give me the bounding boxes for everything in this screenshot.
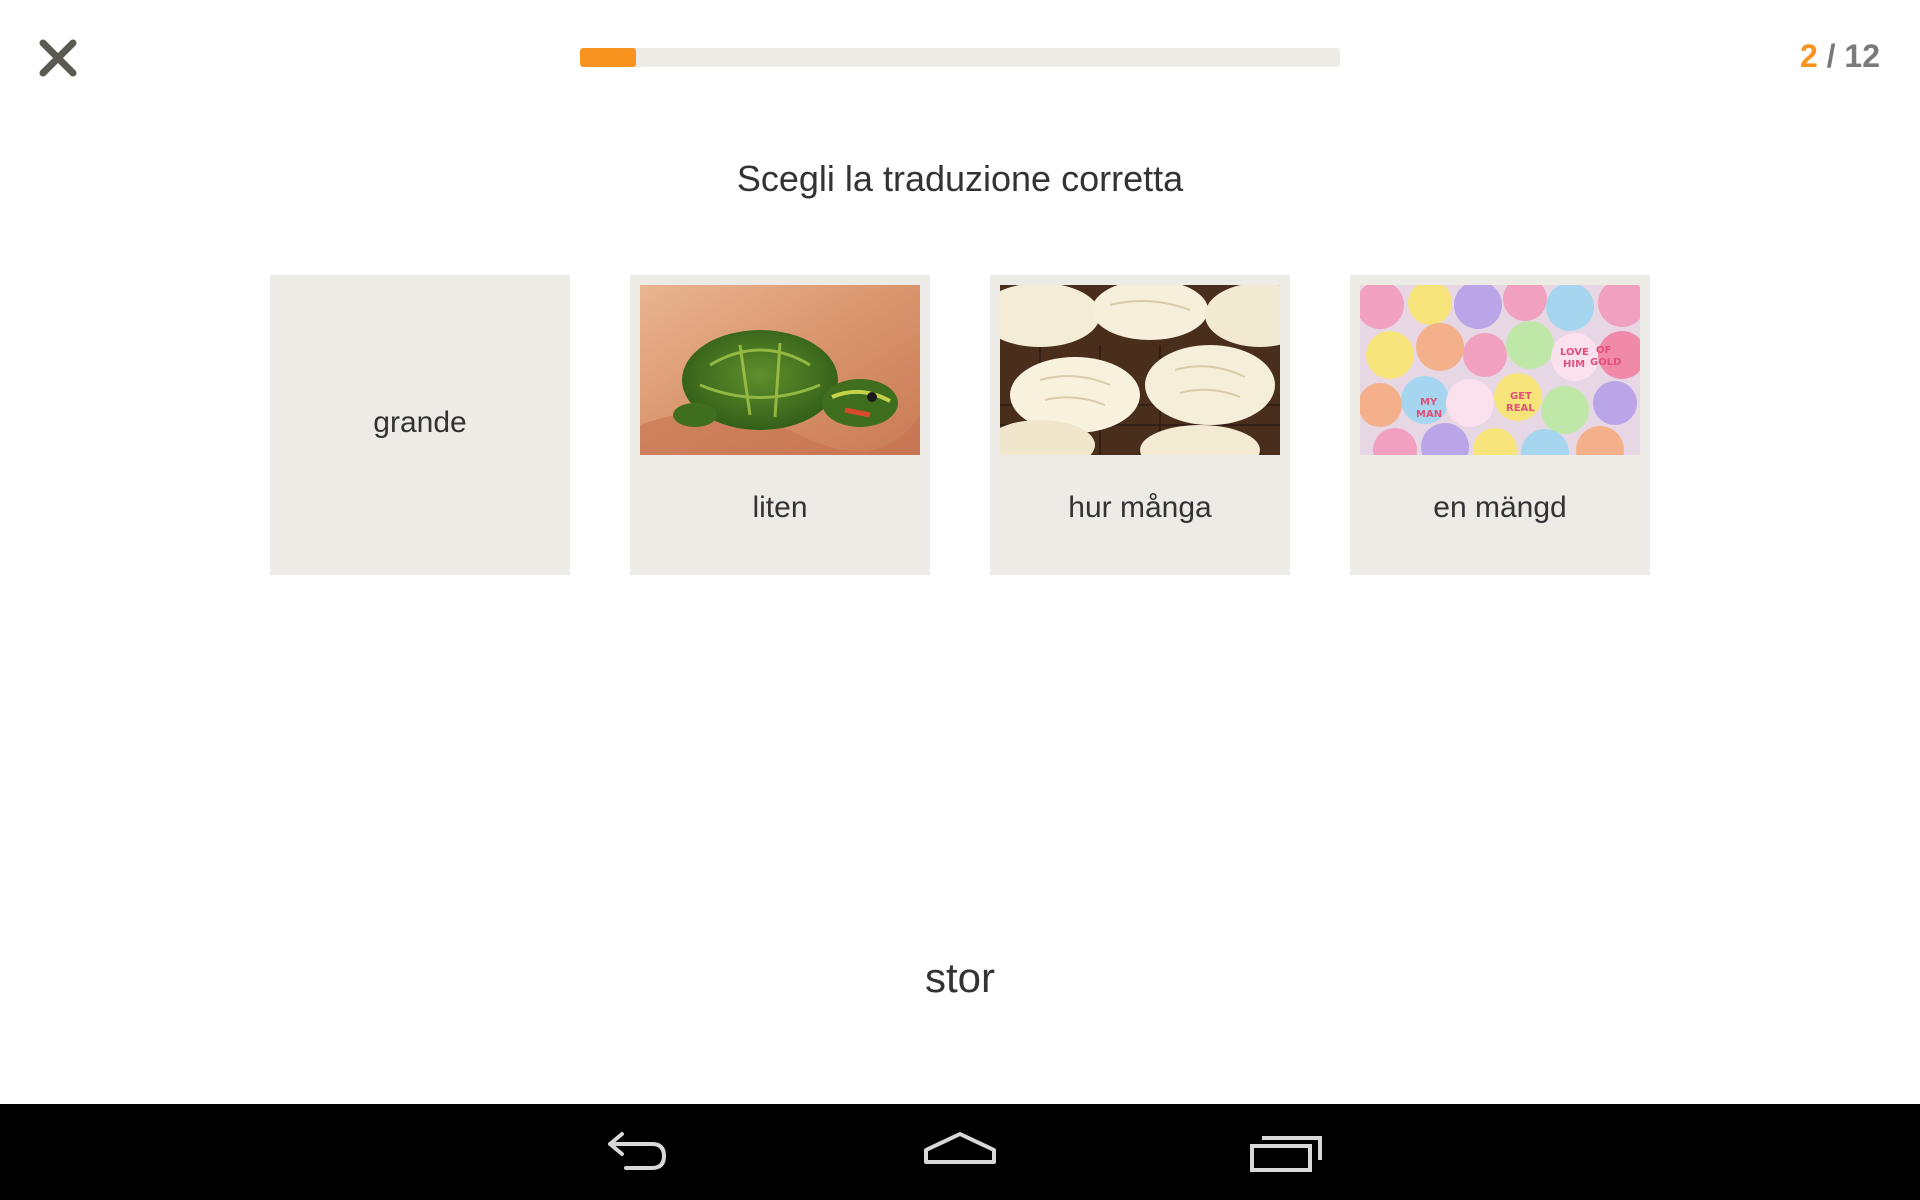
recent-apps-icon — [1250, 1136, 1322, 1172]
svg-text:MY: MY — [1420, 397, 1438, 408]
svg-text:HIM: HIM — [1563, 359, 1585, 370]
option-label: grande — [373, 406, 467, 439]
counter-current: 2 — [1799, 38, 1818, 74]
svg-text:REAL: REAL — [1506, 403, 1535, 414]
prompt-word: stor — [924, 954, 995, 1001]
option-label: en mängd — [1433, 491, 1567, 524]
progress-bar — [580, 48, 1340, 67]
answer-options: grande liten hur många LOVE HIM OF GOLD … — [270, 275, 1650, 575]
candy-hearts-photo: LOVE HIM OF GOLD MY MAN GET REAL — [1360, 285, 1640, 455]
option-card-grande[interactable]: grande — [270, 275, 570, 575]
progress-fill — [580, 48, 637, 67]
svg-text:GET: GET — [1510, 391, 1532, 402]
question-counter: 2 / 12 — [1800, 38, 1880, 75]
home-button[interactable] — [920, 1124, 1000, 1180]
option-card-liten[interactable]: liten — [630, 275, 930, 575]
system-navigation-bar — [0, 1104, 1920, 1200]
back-icon — [608, 1132, 666, 1170]
option-card-hur-manga[interactable]: hur många — [990, 275, 1290, 575]
counter-separator: / — [1817, 38, 1845, 74]
svg-text:GOLD: GOLD — [1590, 357, 1621, 368]
option-card-en-mangd[interactable]: LOVE HIM OF GOLD MY MAN GET REAL en mäng… — [1350, 275, 1650, 575]
counter-total: 12 — [1844, 38, 1880, 74]
close-icon — [39, 39, 77, 77]
back-button[interactable] — [596, 1124, 676, 1180]
turtle-photo — [640, 285, 920, 455]
instruction-text: Scegli la traduzione corretta — [736, 158, 1184, 199]
option-label: liten — [752, 491, 808, 524]
close-button[interactable] — [38, 38, 78, 78]
home-icon — [924, 1132, 996, 1164]
svg-text:LOVE: LOVE — [1560, 347, 1589, 358]
recent-apps-button[interactable] — [1246, 1124, 1326, 1180]
cupcakes-photo — [1000, 285, 1280, 455]
svg-text:MAN: MAN — [1416, 409, 1442, 420]
svg-text:OF: OF — [1596, 345, 1611, 356]
option-label: hur många — [1068, 491, 1212, 524]
